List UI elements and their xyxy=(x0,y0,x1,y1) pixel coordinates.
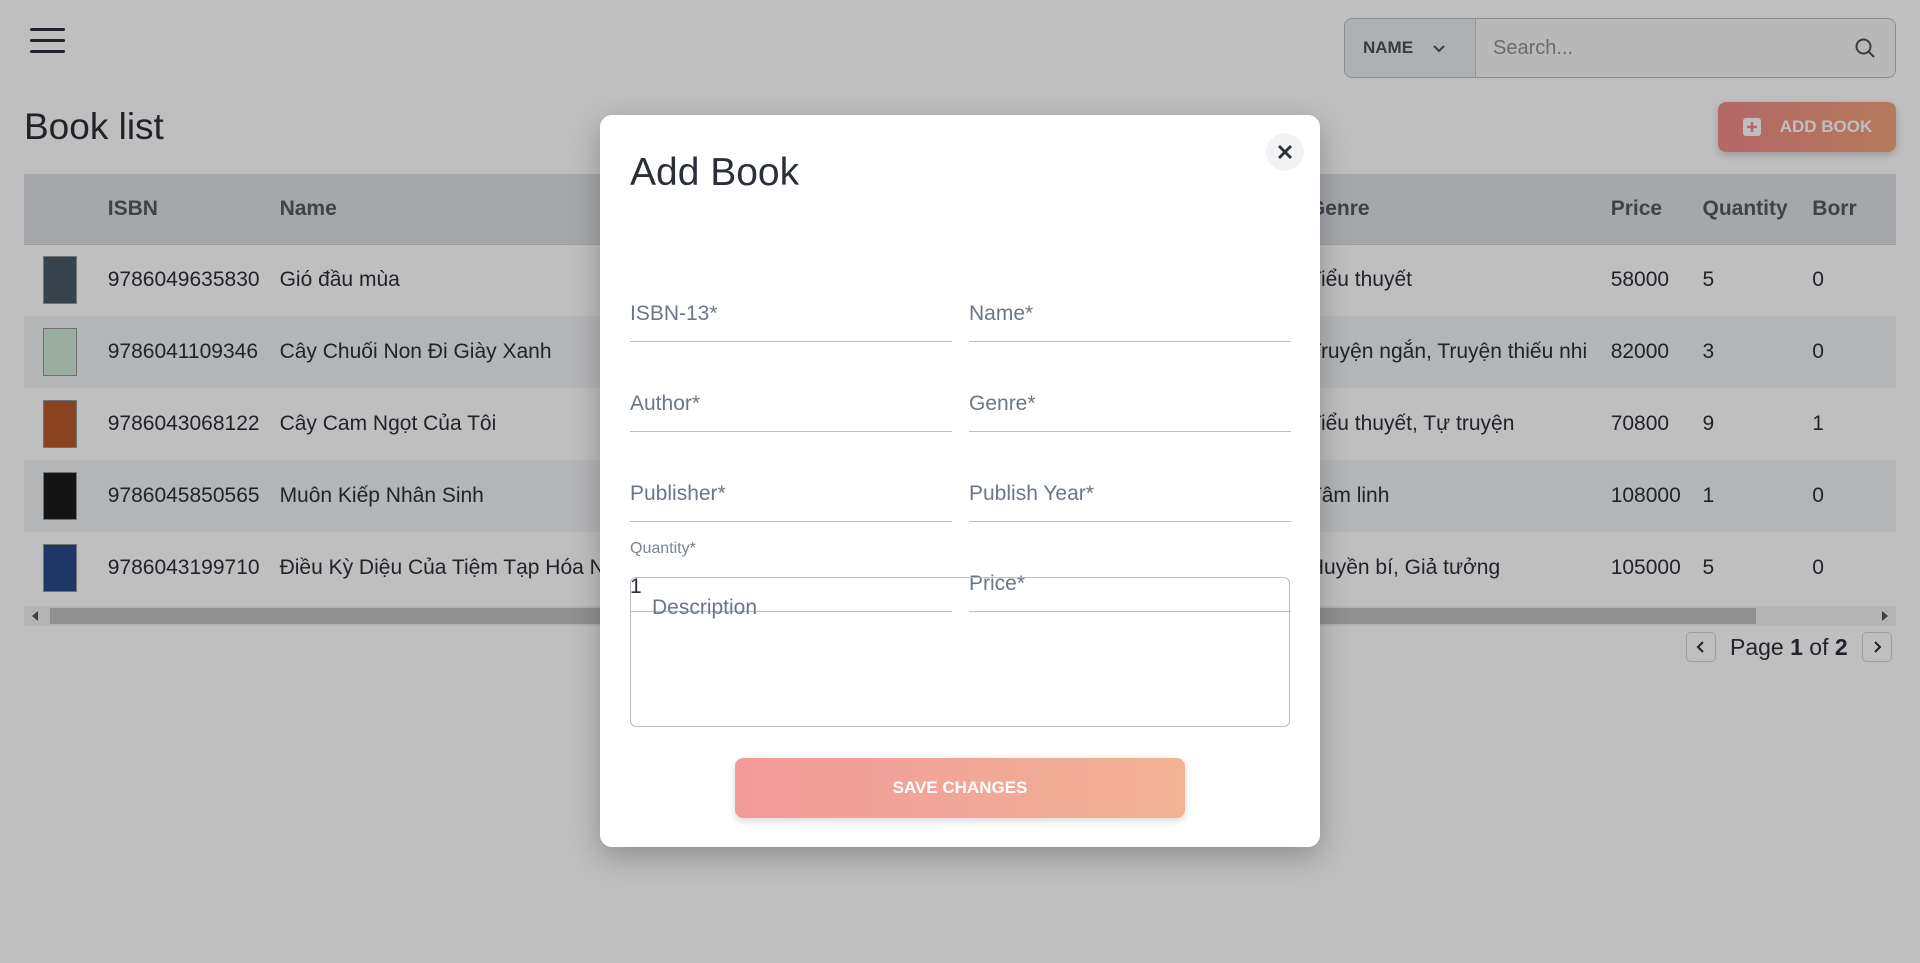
add-book-modal: Add Book ISBN-13* Name* Author* Genre* P… xyxy=(600,115,1320,847)
publish-year-field[interactable]: Publish Year* xyxy=(969,462,1291,522)
name-field[interactable]: Name* xyxy=(969,282,1291,342)
isbn-field[interactable]: ISBN-13* xyxy=(630,282,952,342)
close-button[interactable] xyxy=(1266,133,1304,171)
close-icon xyxy=(1278,145,1292,159)
modal-title: Add Book xyxy=(630,151,800,194)
description-textarea[interactable]: Description xyxy=(630,577,1290,727)
genre-field[interactable]: Genre* xyxy=(969,372,1291,432)
author-field[interactable]: Author* xyxy=(630,372,952,432)
description-label: Description xyxy=(652,596,758,619)
save-changes-button[interactable]: SAVE CHANGES xyxy=(735,758,1185,818)
publisher-field[interactable]: Publisher* xyxy=(630,462,952,522)
